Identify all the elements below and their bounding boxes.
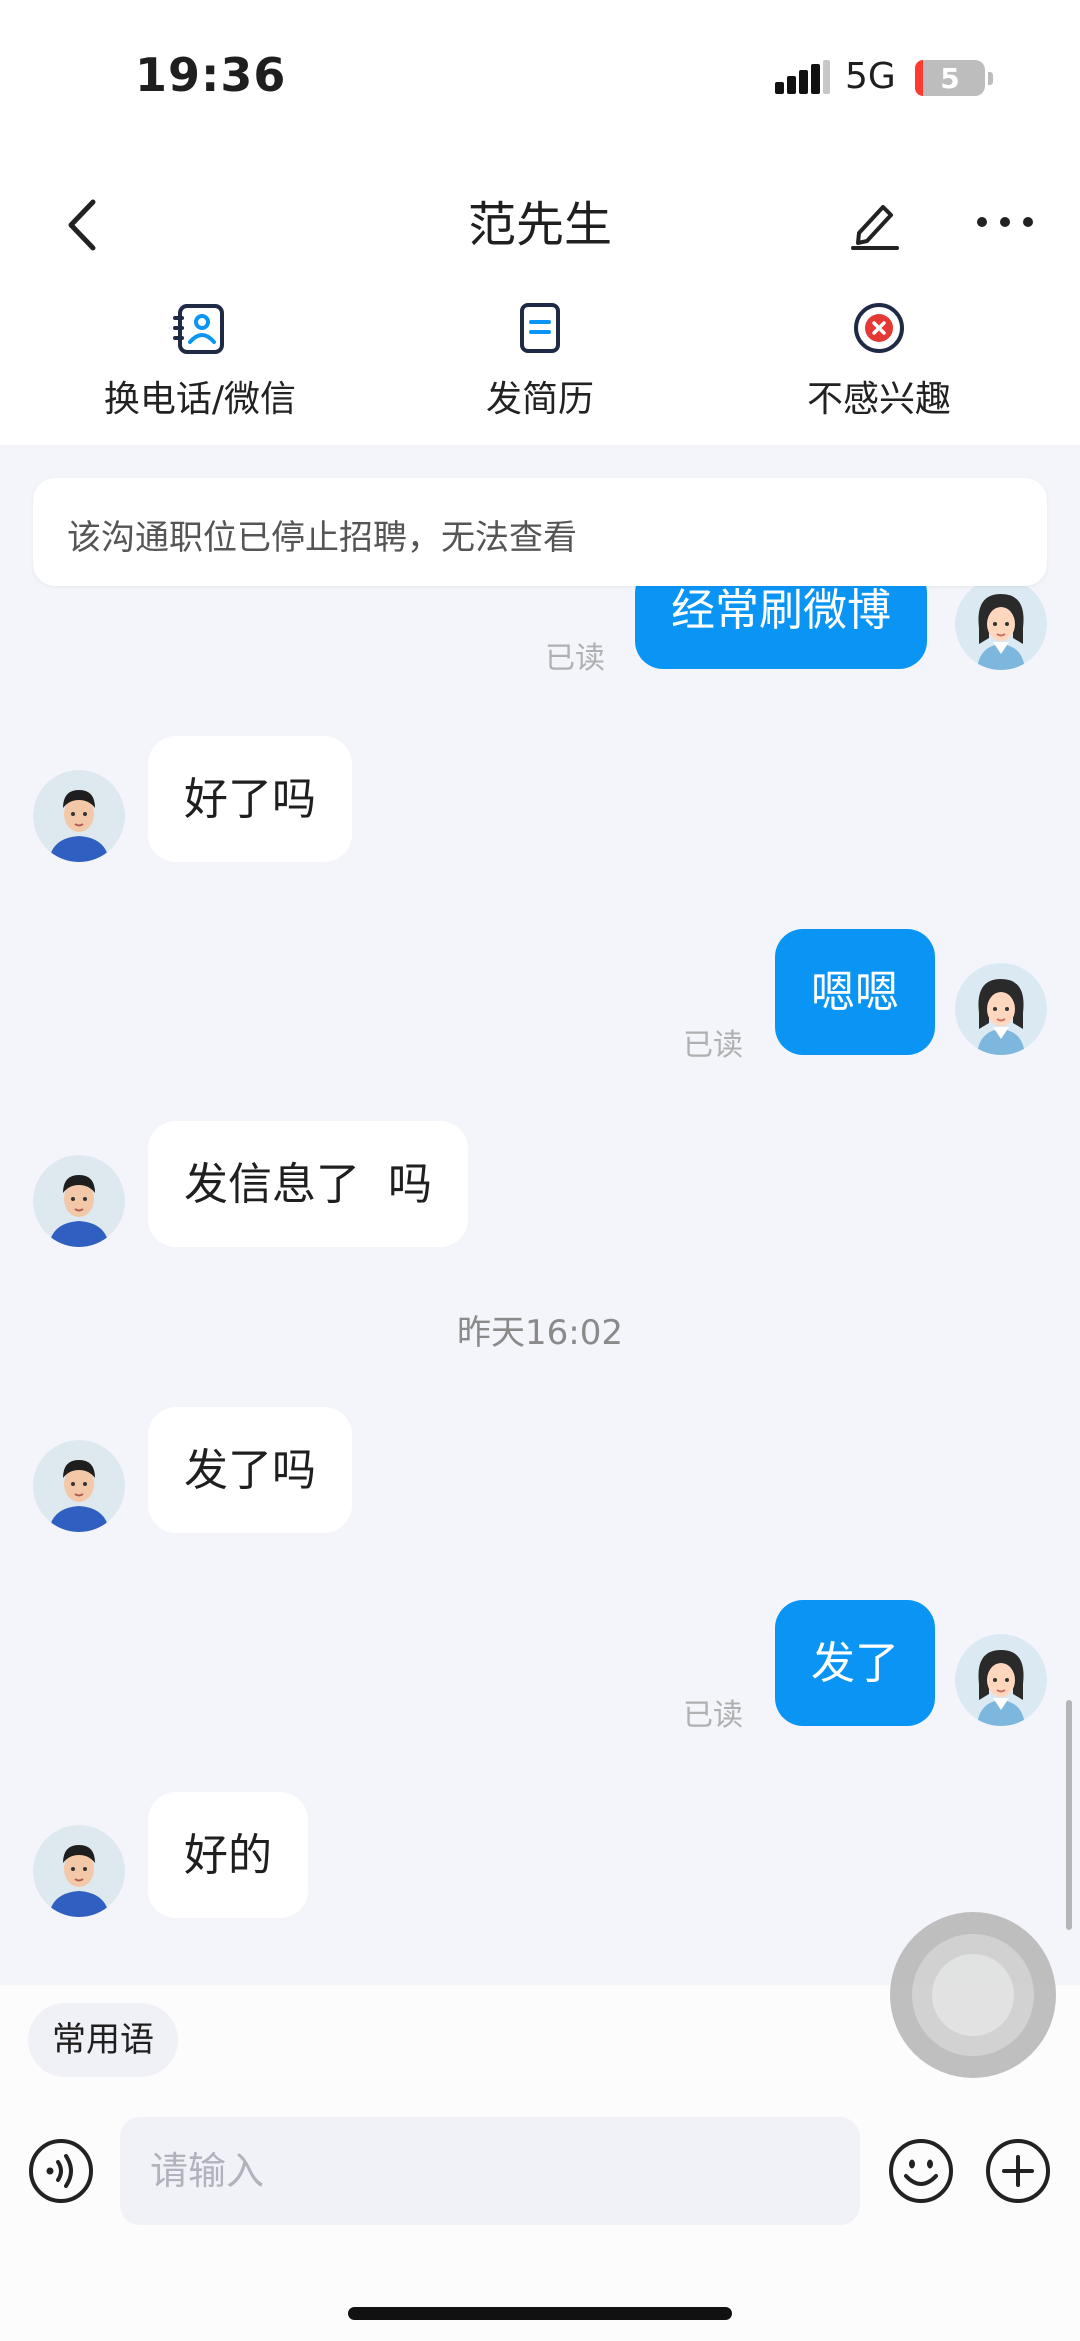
more-icon[interactable] (970, 195, 1040, 255)
action-label: 不感兴趣 (806, 379, 951, 420)
battery-cap (988, 72, 993, 85)
quick-phrases-button[interactable]: 常用语 (28, 2003, 178, 2077)
action-label: 发简历 (485, 379, 594, 420)
voice-icon[interactable] (28, 2138, 94, 2204)
my-avatar[interactable] (955, 578, 1047, 670)
message-bubble-incoming[interactable]: 好的 (148, 1792, 308, 1918)
home-indicator (348, 2307, 732, 2320)
battery-level: 5 (940, 62, 960, 95)
network-type: 5G (845, 56, 896, 97)
contact-avatar[interactable] (33, 1440, 125, 1532)
contact-avatar[interactable] (33, 1155, 125, 1247)
my-avatar[interactable] (955, 1634, 1047, 1726)
send-resume-button[interactable]: 发简历 (410, 300, 670, 422)
notice-text: 该沟通职位已停止招聘，无法查看 (67, 518, 577, 558)
exchange-contact-button[interactable]: 换电话/微信 (70, 300, 330, 422)
job-closed-notice: 该沟通职位已停止招聘，无法查看 (33, 478, 1047, 586)
read-receipt: 已读 (683, 1698, 743, 1733)
read-receipt: 已读 (545, 641, 605, 676)
page-title: 范先生 (467, 197, 612, 253)
contact-avatar[interactable] (33, 1825, 125, 1917)
my-avatar[interactable] (955, 963, 1047, 1055)
message-input[interactable] (120, 2117, 860, 2225)
not-interested-button[interactable]: 不感兴趣 (749, 300, 1009, 422)
action-label: 换电话/微信 (103, 379, 297, 420)
not-interested-icon (854, 303, 904, 353)
contact-avatar[interactable] (33, 770, 125, 862)
message-bubble-incoming[interactable]: 发信息了 吗 (148, 1121, 468, 1247)
emoji-icon[interactable] (888, 2138, 954, 2204)
resume-doc-icon (520, 303, 560, 353)
signal-icon (775, 60, 830, 94)
read-receipt: 已读 (683, 1028, 743, 1063)
message-bubble-outgoing[interactable]: 嗯嗯 (775, 929, 935, 1055)
message-bubble-incoming[interactable]: 发了吗 (148, 1407, 352, 1533)
edit-icon[interactable] (845, 193, 905, 253)
message-bubble-incoming[interactable]: 好了吗 (148, 736, 352, 862)
battery-icon: 5 (915, 60, 985, 96)
message-timestamp: 昨天16:02 (457, 1313, 623, 1353)
floating-assistive-button[interactable] (890, 1912, 1056, 2078)
chat-scrollbar[interactable] (1066, 1700, 1072, 1930)
message-bubble-outgoing[interactable]: 发了 (775, 1600, 935, 1726)
plus-icon[interactable] (985, 2138, 1051, 2204)
contact-card-icon (173, 304, 224, 354)
status-time: 19:36 (135, 48, 287, 102)
